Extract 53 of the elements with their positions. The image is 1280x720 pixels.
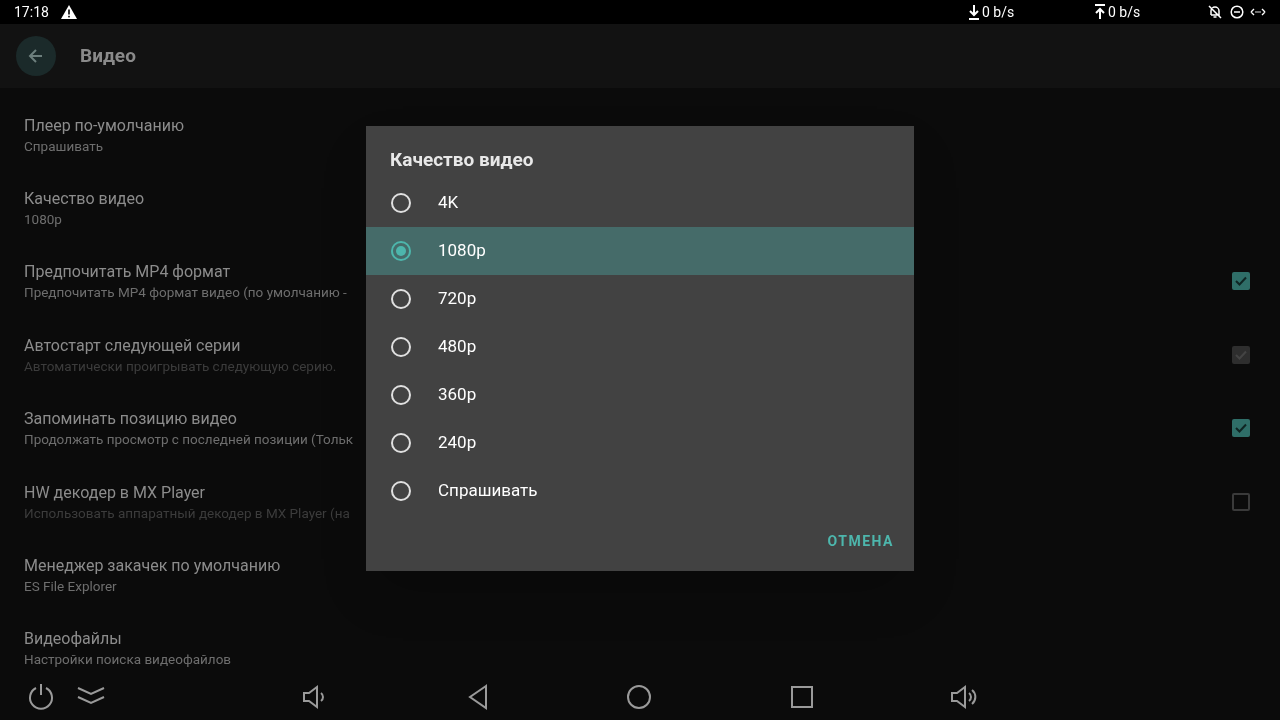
back-arrow-icon	[28, 48, 44, 64]
radio-option[interactable]: 720p	[366, 275, 914, 323]
upload-speed: 0 b/s	[1108, 2, 1142, 22]
option-label: 480p	[438, 335, 477, 359]
download-speed: 0 b/s	[982, 2, 1016, 22]
screen-title: Видео	[80, 42, 136, 69]
radio-option[interactable]: 1080p	[366, 227, 914, 275]
cancel-button[interactable]: ОТМЕНА	[819, 523, 902, 559]
data-transfer-icon	[1250, 6, 1266, 18]
setting-summary: Продолжать просмотр с последней позиции (Тольк	[24, 430, 354, 449]
setting-title[interactable]: Плеер по-умолчанию	[24, 114, 184, 137]
radio-option[interactable]: 4K	[366, 179, 914, 227]
chevrons-down-icon[interactable]	[77, 686, 105, 706]
radio-option[interactable]: 480p	[366, 323, 914, 371]
radio-option[interactable]: Спрашивать	[366, 467, 914, 515]
option-label: 360p	[438, 383, 477, 407]
setting-title[interactable]: Предпочитать MP4 формат	[24, 261, 231, 284]
option-label: 720p	[438, 287, 477, 311]
option-label: 4K	[438, 191, 459, 215]
upload-icon	[1094, 4, 1106, 20]
dialog-title: Качество видео	[390, 147, 534, 173]
setting-summary: Настройки поиска видеофайлов	[24, 650, 232, 669]
checkbox[interactable]	[1232, 419, 1250, 438]
home-circle-icon[interactable]	[626, 684, 652, 710]
setting-summary: ES File Explorer	[24, 577, 117, 596]
setting-title[interactable]: Менеджер закачек по умолчанию	[24, 555, 281, 578]
status-time: 17:18	[14, 2, 49, 22]
checkbox[interactable]	[1232, 272, 1250, 291]
recents-square-icon[interactable]	[790, 685, 814, 709]
setting-title[interactable]: HW декодер в MX Player	[24, 481, 206, 504]
setting-summary: Спрашивать	[24, 136, 103, 155]
notifications-off-icon	[1208, 5, 1222, 19]
check-icon	[1234, 274, 1248, 289]
warning-icon	[60, 5, 77, 19]
radio-option[interactable]: 360p	[366, 371, 914, 419]
back-triangle-icon[interactable]	[467, 684, 489, 710]
radio-button[interactable]	[391, 241, 411, 261]
option-label: Спрашивать	[438, 479, 538, 503]
setting-title[interactable]: Качество видео	[24, 188, 145, 211]
checkbox[interactable]	[1232, 492, 1250, 511]
option-label: 1080p	[438, 239, 486, 263]
setting-title[interactable]: Видеофайлы	[24, 628, 122, 651]
back-button[interactable]	[16, 36, 56, 76]
do-not-disturb-icon	[1230, 5, 1244, 19]
setting-summary: 1080p	[24, 210, 62, 229]
setting-summary: Предпочитать MP4 формат видео (по умолчанию -	[24, 283, 347, 302]
option-label: 240p	[438, 431, 477, 455]
power-icon[interactable]	[27, 682, 55, 710]
check-icon	[1234, 421, 1248, 436]
setting-title[interactable]: Запоминать позицию видео	[24, 408, 237, 431]
download-icon	[968, 4, 980, 20]
volume-up-icon[interactable]	[950, 684, 978, 710]
radio-option[interactable]: 240p	[366, 419, 914, 467]
